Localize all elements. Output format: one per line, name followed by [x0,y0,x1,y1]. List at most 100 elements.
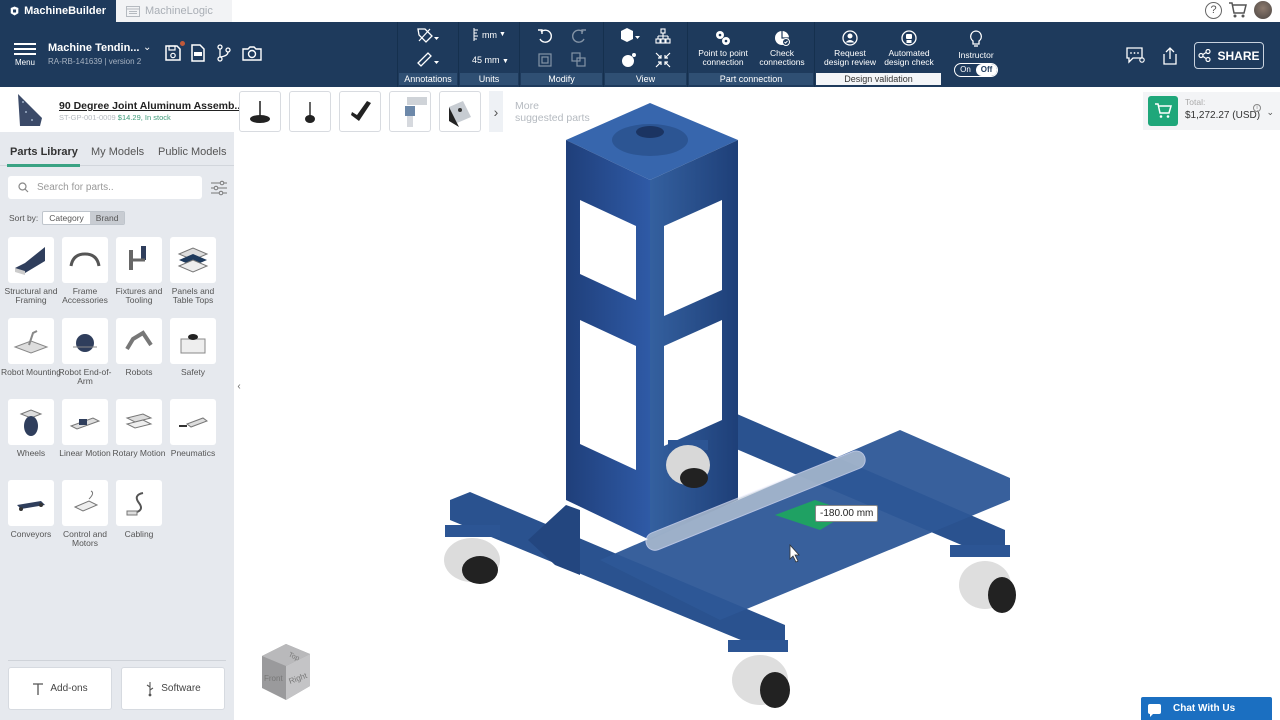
collapse-sidebar-chevron-icon[interactable]: ‹ [234,375,244,399]
comment-icon[interactable] [1126,46,1146,65]
machine-model[interactable] [244,87,1280,720]
menu-button[interactable]: Menu [12,40,38,67]
filter-sliders-icon[interactable] [210,180,228,196]
category-item[interactable]: Wheels [8,399,54,480]
suggested-part[interactable] [239,91,281,132]
request-design-review-button[interactable]: Request design review [821,30,879,67]
ungroup-icon[interactable] [571,52,587,68]
suggested-part[interactable] [289,91,331,132]
modify-label: Modify [521,73,602,85]
cart-icon[interactable] [1228,1,1248,19]
unsaved-badge [180,41,185,46]
screenshot-button[interactable] [242,44,262,62]
category-item[interactable]: Frame Accessories [62,237,108,318]
hamburger-icon [12,43,38,55]
measurement-label[interactable]: -180.00 mm [815,505,879,522]
part-connection-label: Part connection [689,73,813,85]
tab-my-models[interactable]: My Models [91,146,144,158]
sort-brand[interactable]: Brand [89,212,125,224]
software-button[interactable]: Software [121,667,225,710]
category-thumbnail [8,237,54,283]
branch-button[interactable] [216,44,234,62]
tab-machinelogic[interactable]: MachineLogic [116,0,232,22]
cart-button[interactable] [1148,96,1178,126]
3d-viewport[interactable] [244,87,1280,720]
undo-icon[interactable] [537,28,553,44]
active-tab-indicator [7,164,80,167]
unit-selector[interactable]: mm ▼ [473,28,506,41]
design-validation-label: Design validation [816,73,941,85]
category-item[interactable]: Pneumatics [170,399,216,480]
category-icon [73,490,99,512]
category-label: Panels and Table Tops [171,286,215,305]
category-item[interactable]: Conveyors [8,480,54,561]
category-item[interactable]: Structural and Framing [5,237,57,318]
part-stock: , In stock [140,113,171,122]
redo-icon[interactable] [571,28,587,44]
hierarchy-icon[interactable] [655,28,671,44]
parts-search-input[interactable]: Search for parts.. [8,176,202,199]
chevron-down-icon[interactable]: ⌄ [1266,107,1274,118]
group-icon[interactable] [537,52,553,68]
project-dropdown-chevron-icon[interactable]: ⌄ [143,42,151,53]
point-to-point-connection-button[interactable]: Point to point connection [696,30,750,67]
category-icon [73,334,97,352]
tag-icon[interactable] [416,27,440,43]
search-icon [18,182,29,193]
category-item[interactable]: Rotary Motion [113,399,165,480]
addons-button[interactable]: Add-ons [8,667,112,710]
more-suggested-chevron-icon[interactable]: › [489,91,503,132]
bom-button[interactable] [190,44,208,62]
chat-bubble-icon [1148,703,1161,717]
branch-icon [217,44,231,62]
tab-public-models[interactable]: Public Models [158,146,226,158]
view-cube[interactable]: Top Front Right [252,636,318,706]
collapse-icon[interactable] [655,52,671,68]
sort-category[interactable]: Category [43,212,90,224]
project-info[interactable]: Machine Tendin... RA-RB-141639 | version… [48,42,141,66]
angle-bracket-icon [449,100,471,127]
category-item[interactable]: Control and Motors [62,480,108,561]
explode-icon[interactable] [621,52,637,68]
part-connection-group: Point to point connection Check connecti… [687,22,814,87]
category-item[interactable]: Robot End-of-Arm [59,318,111,399]
category-item[interactable]: Linear Motion [59,399,111,480]
category-item[interactable]: Safety [170,318,216,399]
suggested-parts-label: suggested parts [515,111,590,124]
ruler-icon[interactable] [416,51,440,67]
category-item[interactable]: Cabling [116,480,162,561]
selected-part-title[interactable]: 90 Degree Joint Aluminum Assemb... [59,100,243,112]
category-item[interactable]: Robots [116,318,162,399]
point-connection-icon [716,31,730,45]
suggested-part[interactable] [339,91,381,132]
suggested-part[interactable] [439,91,481,132]
cart-total[interactable]: Total: $1,272.27 (USD) i ⌄ [1143,92,1280,130]
toggle-off[interactable]: Off [976,64,997,76]
check-connections-button[interactable]: Check connections [755,30,809,67]
tab-machinebuilder[interactable]: MachineBuilder [0,0,116,22]
category-item[interactable]: Robot Mounting [1,318,61,399]
instructor-toggle[interactable]: On Off [954,63,998,77]
point-to-point-label: Point to point connection [698,48,748,67]
grid-size-selector[interactable]: 45 mm ▼ [472,55,509,65]
share-button[interactable]: SHARE [1194,42,1264,69]
chat-with-us-button[interactable]: Chat With Us [1141,697,1272,720]
user-avatar[interactable] [1254,1,1272,19]
suggested-part[interactable] [389,91,431,132]
category-item[interactable]: Panels and Table Tops [170,237,216,318]
help-icon[interactable]: ? [1205,1,1222,19]
more-suggested-link[interactable]: More suggested parts [515,100,590,124]
save-button[interactable] [164,41,185,62]
toggle-on[interactable]: On [955,64,976,76]
chevron-down-icon: ▼ [499,31,506,38]
category-icon [19,409,43,436]
category-item[interactable]: Fixtures and Tooling [116,237,162,318]
export-icon[interactable] [1160,46,1180,65]
selected-part-card[interactable]: 90 Degree Joint Aluminum Assemb... ST-GP… [0,87,243,132]
category-thumbnail [62,318,108,364]
cube-view-icon[interactable] [619,27,641,43]
automated-design-check-button[interactable]: Automated design check [880,30,938,67]
info-icon[interactable]: i [1253,104,1261,112]
category-label: Robot End-of-Arm [58,367,112,386]
tab-parts-library[interactable]: Parts Library [10,146,78,158]
